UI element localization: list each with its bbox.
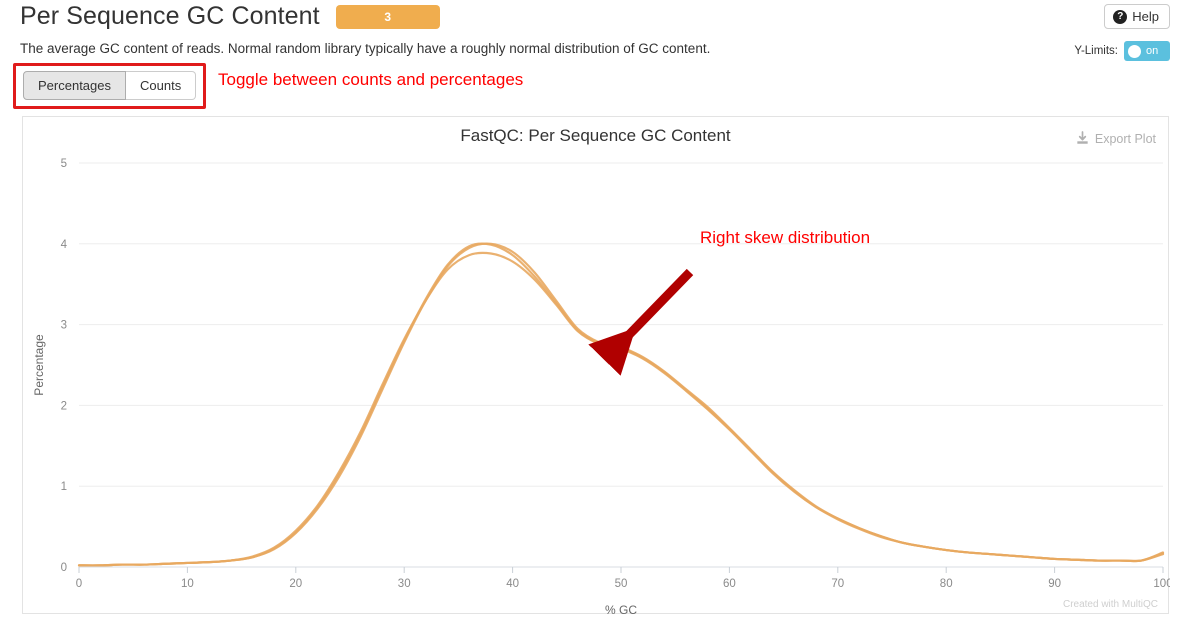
x-tick-label: 70 <box>831 578 844 590</box>
x-tick-label: 20 <box>289 578 302 590</box>
x-tick-label: 40 <box>506 578 519 590</box>
series-line <box>77 242 1165 567</box>
x-tick-label: 50 <box>615 578 628 590</box>
y-tick-label: 3 <box>61 320 67 332</box>
x-tick-label: 10 <box>181 578 194 590</box>
y-limits-toggle[interactable]: on <box>1124 41 1170 61</box>
y-limits-control: Y-Limits: on <box>1074 41 1170 61</box>
series-line <box>77 251 1165 567</box>
chart-panel: FastQC: Per Sequence GC Content Export P… <box>22 116 1170 615</box>
y-tick-label: 5 <box>61 158 67 170</box>
counts-button[interactable]: Counts <box>126 71 197 100</box>
y-axis-title: Percentage <box>32 334 46 396</box>
y-tick-label: 0 <box>61 562 67 574</box>
sample-count-badge: 3 <box>335 4 440 29</box>
page-title: Per Sequence GC Content <box>20 2 320 30</box>
help-button[interactable]: ? Help <box>1104 4 1170 29</box>
y-tick-label: 1 <box>61 481 67 493</box>
percentages-button[interactable]: Percentages <box>23 71 126 100</box>
x-tick-label: 80 <box>940 578 953 590</box>
y-tick-label: 4 <box>61 239 68 251</box>
y-limits-label: Y-Limits: <box>1074 45 1118 57</box>
series-line <box>77 242 1165 567</box>
page-root: Per Sequence GC Content 3 The average GC… <box>0 0 1179 624</box>
x-tick-label: 90 <box>1048 578 1061 590</box>
question-circle-icon: ? <box>1113 9 1128 24</box>
x-tick-label: 0 <box>76 578 82 590</box>
page-header: Per Sequence GC Content 3 <box>20 2 440 31</box>
display-mode-button-group: Percentages Counts <box>23 71 197 100</box>
x-tick-label: 60 <box>723 578 736 590</box>
y-limits-toggle-state: on <box>1146 45 1159 57</box>
x-tick-label: 100 <box>1153 578 1170 590</box>
chart-plot: 0123450 10 20 30 40 50 60 70 80 90 100% GCPercenta… <box>32 158 1170 615</box>
x-axis-title: % GC <box>605 603 637 615</box>
x-tick-label: 30 <box>398 578 411 590</box>
help-button-label: Help <box>1132 9 1159 24</box>
page-description: The average GC content of reads. Normal … <box>20 41 711 56</box>
annotation-skew-note: Right skew distribution <box>700 228 871 247</box>
annotation-toggle-note: Toggle between counts and percentages <box>218 70 524 89</box>
toggle-highlight-box: Percentages Counts <box>13 63 207 109</box>
multiqc-credit: Created with MultiQC <box>1062 599 1158 610</box>
toggle-knob-icon <box>1128 44 1141 58</box>
y-tick-label: 2 <box>61 400 67 412</box>
